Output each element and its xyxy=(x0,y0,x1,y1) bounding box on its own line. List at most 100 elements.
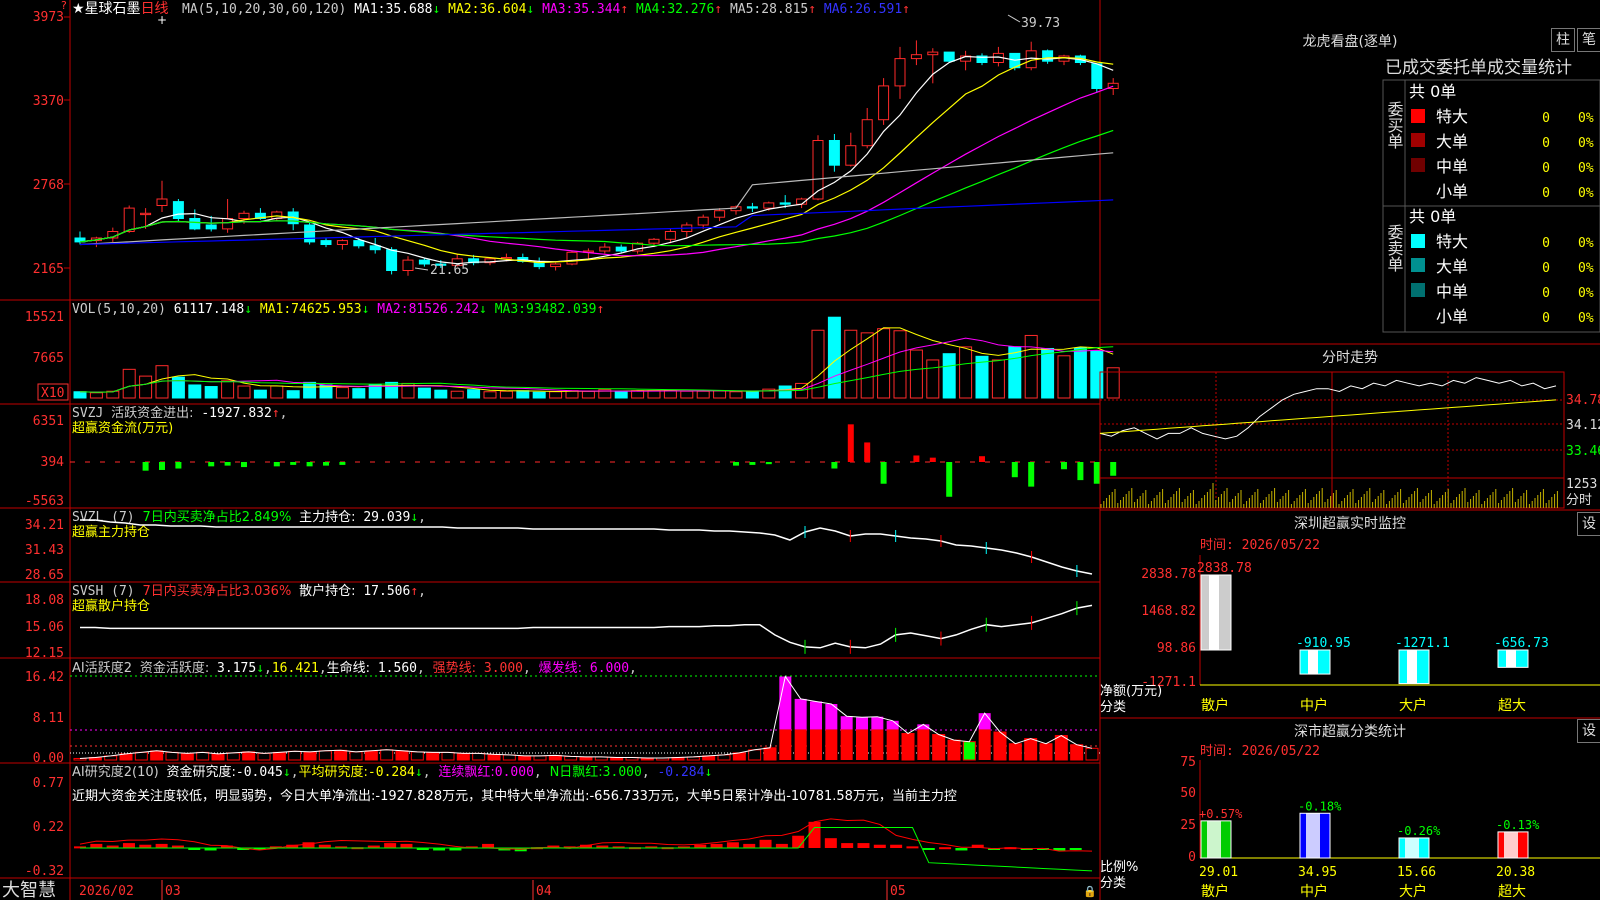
monitor-cat: 散户 xyxy=(1201,697,1229,714)
volume-bar xyxy=(516,390,530,399)
svg-text:VOL(5,10,20) 61117.148↓,MA1:74: VOL(5,10,20) 61117.148↓,MA1:74625.953↓,M… xyxy=(72,302,604,317)
sell-row-pct: 0% xyxy=(1578,311,1594,326)
svzj-bar xyxy=(1028,462,1035,487)
svzj-bars xyxy=(142,424,1117,497)
volume-bar xyxy=(778,385,792,399)
candle-body xyxy=(550,263,562,268)
ai1-burst-bar xyxy=(886,720,899,730)
sell-side-label: 委卖单 xyxy=(1385,224,1404,272)
svsh-code: SVSH (7) xyxy=(72,584,135,599)
lock-icon[interactable]: 🔒 xyxy=(1083,885,1097,898)
ai1-bar xyxy=(825,729,838,760)
ai1-bar xyxy=(748,749,762,761)
ai2-comment: 近期大资金关注度较低，明显弱势，今日大单净流出:-1927.828万元，其中特大… xyxy=(72,788,957,804)
candle-body xyxy=(697,216,709,226)
intraday-ytick: 34.12 xyxy=(1566,418,1600,433)
svzj-bar xyxy=(1011,462,1018,478)
ai2-bar xyxy=(955,848,968,851)
ai1-bar xyxy=(763,747,777,761)
volume-bar xyxy=(926,359,940,399)
volume-bar xyxy=(991,359,1005,399)
ai1-l3: 生命线: xyxy=(327,660,370,676)
monitor-bar-label: -656.73 xyxy=(1494,636,1549,651)
ma-params: MA(5,10,20,30,60,120) xyxy=(182,2,346,17)
longhu-tick-button[interactable]: 笔 xyxy=(1577,28,1600,52)
ai2-bar xyxy=(873,844,886,848)
longhu-column-button[interactable]: 柱 xyxy=(1551,28,1575,52)
classify-bar-shine xyxy=(1207,820,1221,858)
svzl-ytick: 31.43 xyxy=(25,543,64,558)
candle-body xyxy=(910,54,922,60)
buy-header: 共 0单 xyxy=(1409,82,1456,101)
classify-ytick: 0 xyxy=(1188,850,1196,865)
ma6-arrow: ↑ xyxy=(902,2,910,17)
intraday-ytick: 34.78 xyxy=(1566,393,1600,408)
sell-row-pct: 0% xyxy=(1578,286,1594,301)
monitor-bar-shine xyxy=(1506,650,1516,668)
ai2-bar xyxy=(906,846,919,849)
ai1-bar xyxy=(441,751,455,761)
volume-bar xyxy=(188,384,202,399)
main-ytick: 2768 xyxy=(33,178,64,193)
svzj-bar xyxy=(749,462,756,465)
classify-change-label: +0.57% xyxy=(1199,807,1243,821)
svzl-ytick: 34.21 xyxy=(25,518,64,533)
ai2-bar xyxy=(759,839,772,848)
axis-start-date: 2026/02 xyxy=(79,884,134,899)
candle-body xyxy=(320,240,332,246)
vol-ma2-value: 81526.242 xyxy=(409,302,479,317)
vol-ma1-arrow: ↓ xyxy=(362,302,370,317)
svzj-bar xyxy=(913,455,920,462)
svzl-sub: 超赢主力持仓 xyxy=(72,524,150,540)
ma3-name: MA3: xyxy=(542,2,573,17)
ai1-bar xyxy=(180,752,194,761)
svzj-label: 活跃资金进出: xyxy=(111,405,193,421)
intraday-foot: 分时 xyxy=(1566,493,1592,508)
volume-bar xyxy=(89,392,103,399)
candle-body xyxy=(878,85,890,121)
svzj-bar xyxy=(290,462,297,465)
classify-bar-shine xyxy=(1504,831,1518,858)
star-icon: ★ xyxy=(72,1,85,17)
classify-bar-shine xyxy=(1405,837,1419,858)
axis-month: 05 xyxy=(890,884,906,899)
svzj-bar xyxy=(142,462,149,471)
svzj-bar xyxy=(241,462,247,468)
ai2-bar xyxy=(1069,848,1082,850)
ai1-tail: , xyxy=(629,661,637,676)
sell-row-pct: 0% xyxy=(1578,261,1594,276)
monitor-ylabel: 净额(万元) xyxy=(1100,684,1162,699)
ai2-l4: N日飘红: xyxy=(550,764,603,780)
svzj-value: -1927.832 xyxy=(201,406,271,421)
volume-bar xyxy=(1073,347,1087,399)
svzj-bar xyxy=(323,462,329,466)
ai2-l2: 平均研究度: xyxy=(299,764,368,780)
classify-settings-button[interactable]: 设 xyxy=(1577,719,1600,743)
longhu-tabs[interactable]: 已成交委托单成交量统计 xyxy=(1385,58,1572,78)
candle-body xyxy=(763,202,775,209)
swatch-icon xyxy=(1411,109,1425,123)
candle-body xyxy=(1091,63,1103,89)
swatch-icon xyxy=(1411,133,1425,147)
svsh-value: 17.506 xyxy=(363,584,410,599)
axis-month: 03 xyxy=(165,884,181,899)
ai2-bar xyxy=(482,843,495,848)
volume-bar xyxy=(893,330,907,399)
ai2-bar xyxy=(922,848,935,850)
svzj-bar xyxy=(765,462,772,465)
sell-row-name: 小单 xyxy=(1436,307,1468,326)
ai2-ytick: 0.22 xyxy=(33,820,64,835)
svzj-ytick: 6351 xyxy=(33,414,64,429)
svzj-ytick: -5563 xyxy=(25,494,64,509)
svzl-markers xyxy=(804,526,1078,577)
buy-row-pct: 0% xyxy=(1578,161,1594,176)
classify-ytick: 50 xyxy=(1180,786,1196,801)
buy-row-count: 0 xyxy=(1542,186,1550,201)
ai2-v4: 3.000 xyxy=(603,765,642,780)
ai1-v3: 1.560 xyxy=(378,661,417,676)
monitor-settings-button[interactable]: 设 xyxy=(1577,512,1600,536)
ai2-bar xyxy=(384,843,397,848)
volume-bar xyxy=(122,368,136,399)
axis-month: 04 xyxy=(536,884,552,899)
ai1-bar xyxy=(226,752,240,761)
